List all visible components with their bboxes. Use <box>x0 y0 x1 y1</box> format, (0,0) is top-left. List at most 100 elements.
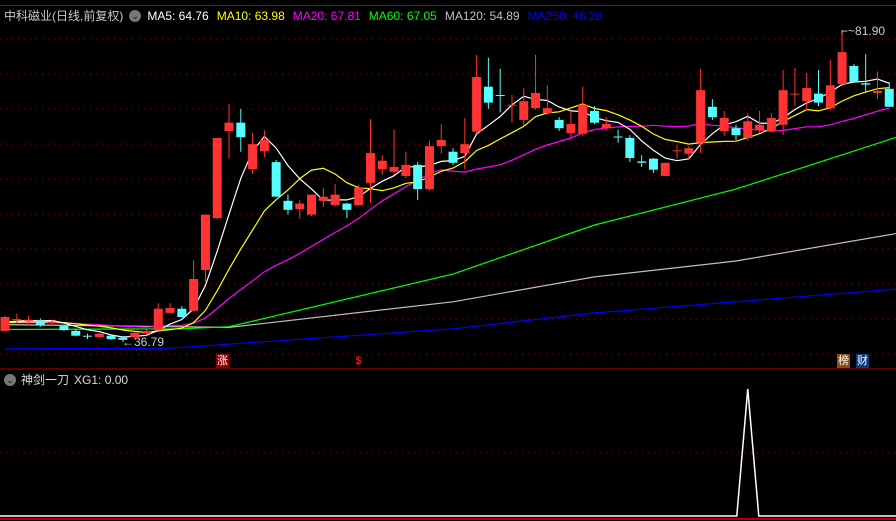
candle-down <box>613 136 623 138</box>
candle-down <box>861 83 871 85</box>
candle-down <box>814 93 824 103</box>
candle-up <box>307 194 317 215</box>
candle-up <box>141 330 151 334</box>
ma-label-5: MA250: 46.28 <box>527 8 603 23</box>
ma-label-4: MA120: 54.89 <box>444 8 520 23</box>
candle-up <box>460 144 470 154</box>
candle-down <box>413 164 423 190</box>
candle-up <box>94 333 104 338</box>
candle-up <box>790 93 800 95</box>
candle-up <box>212 137 222 219</box>
candle-up <box>743 121 753 138</box>
candle-down <box>590 110 599 123</box>
candle-down <box>71 330 81 336</box>
event-marker-3[interactable]: 财 <box>856 354 869 368</box>
candle-up <box>542 108 552 113</box>
candle-up <box>472 77 482 132</box>
ma-label-2: MA20: 67.81 <box>292 8 361 23</box>
candle-down <box>59 326 69 331</box>
candle-up <box>766 117 776 131</box>
candle-up <box>295 203 305 210</box>
xg1-line <box>0 388 896 517</box>
candle-up <box>660 162 670 176</box>
event-marker-2[interactable]: 榜 <box>837 354 850 368</box>
candle-up <box>165 308 175 313</box>
candle-up <box>153 308 163 331</box>
candle-up <box>200 214 210 270</box>
candle-up <box>719 117 729 131</box>
candle-up <box>601 124 611 129</box>
ma10-line <box>4 87 890 334</box>
candle-up <box>696 90 706 143</box>
candle-down <box>283 200 293 210</box>
event-marker-0[interactable]: 涨 <box>216 354 229 368</box>
candle-up <box>259 139 269 152</box>
candle-down <box>236 122 246 138</box>
chart-legend: 中科磁业(日线,前复权) ⌄ MA5: 64.76 MA10: 63.98 MA20… <box>4 7 602 24</box>
ma120-line <box>4 232 896 329</box>
ma20-line <box>4 107 890 328</box>
candle-down <box>849 65 859 82</box>
candle-up <box>365 153 375 183</box>
candle-up <box>248 144 258 170</box>
ma-label-1: MA10: 63.98 <box>216 8 285 23</box>
event-marker-1[interactable]: $ <box>352 354 365 368</box>
chevron-down-icon[interactable]: ⌄ <box>129 9 142 22</box>
candle-up <box>12 319 22 321</box>
candle-up <box>778 90 788 125</box>
candle-up <box>354 187 364 205</box>
candle-down <box>637 161 647 163</box>
ma5-line <box>4 78 890 338</box>
candle-up <box>377 160 387 170</box>
candle-down <box>177 308 187 318</box>
candle-up <box>389 166 399 172</box>
candle-up <box>24 319 34 321</box>
candle-down <box>707 106 717 118</box>
candle-up <box>401 164 411 176</box>
low-price-label: ←36.79 <box>122 335 165 349</box>
chevron-down-icon[interactable]: ⌄ <box>4 373 16 386</box>
candle-down <box>83 335 93 337</box>
candle-up <box>672 150 682 152</box>
candle-up <box>330 194 340 205</box>
candle-up <box>872 90 882 93</box>
candle-down <box>271 162 281 197</box>
candle-down <box>106 335 116 340</box>
low-price-value: 36.79 <box>134 335 165 349</box>
candle-down <box>35 321 45 325</box>
candle-up <box>436 139 446 147</box>
indicator-value: XG1: 0.00 <box>74 372 129 387</box>
candle-up <box>825 85 835 109</box>
candle-down <box>625 137 635 158</box>
candle-down <box>448 151 458 163</box>
candle-up <box>802 88 812 102</box>
candle-up <box>566 124 576 134</box>
stock-title: 中科磁业(日线,前复权) <box>4 9 124 23</box>
ma-label-3: MA60: 67.05 <box>368 8 437 23</box>
candle-down <box>495 95 505 97</box>
candle-down <box>554 119 564 129</box>
ma60-line <box>4 136 896 331</box>
indicator-name: 神剑一刀 <box>21 373 70 387</box>
candle-down <box>483 86 493 103</box>
candle-down <box>731 128 741 136</box>
indicator-legend: ⌄ 神剑一刀 XG1: 0.00 <box>4 371 128 388</box>
candle-up <box>47 321 57 324</box>
candle-up <box>507 104 517 106</box>
candle-up <box>519 101 529 120</box>
candle-up <box>684 148 694 154</box>
kline-chart <box>0 30 896 520</box>
candle-up <box>837 52 847 84</box>
candle-up <box>424 146 434 190</box>
candle-down <box>342 203 352 210</box>
ma-label-0: MA5: 64.76 <box>147 8 209 23</box>
high-price-value: 81.90 <box>855 24 886 38</box>
candle-up <box>578 104 588 134</box>
candle-down <box>648 158 658 170</box>
candle-up <box>189 278 199 311</box>
candle-up <box>318 196 328 201</box>
high-price-label: ⌐~81.90 <box>841 24 886 38</box>
candle-up <box>224 122 234 131</box>
candle-up <box>755 124 765 131</box>
candle-down <box>884 88 894 107</box>
